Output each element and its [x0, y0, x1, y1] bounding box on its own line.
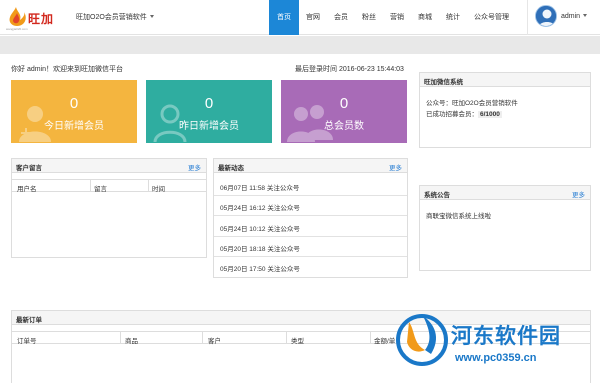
list-item[interactable]: 05月20日 18:18 关注公众号: [214, 237, 407, 257]
column-header: 用户名: [17, 186, 37, 193]
column-divider: [120, 332, 121, 344]
latest-activity-panel: 最新动态 更多 06月07日 11:58 关注公众号 05月24日 16:12 …: [213, 158, 408, 278]
stat-value: 0: [339, 95, 349, 112]
main-nav: 首页 官网 会员 粉丝 营销 商城 统计 公众号管理: [269, 0, 516, 35]
activity-text: 05月20日 18:18 关注公众号: [220, 246, 300, 253]
nav-mall[interactable]: 商城: [411, 0, 439, 35]
watermark: 河东软件园 www.pc0359.cn: [395, 308, 595, 378]
flame-logo-icon: [9, 7, 26, 26]
welcome-text: 你好 admin！欢迎来到旺加微信平台: [11, 66, 124, 73]
nav-home[interactable]: 首页: [269, 0, 299, 35]
panel-title: 系统公告: [424, 192, 450, 199]
logo[interactable]: 旺加 wangjia020.com: [6, 6, 70, 31]
column-header: 留言: [94, 186, 107, 193]
column-divider: [90, 180, 91, 192]
watermark-logo-icon: [396, 314, 448, 366]
activity-text: 05月24日 10:12 关注公众号: [220, 226, 300, 233]
more-link[interactable]: 更多: [572, 189, 585, 199]
customer-messages-panel: 客户留言 更多 用户名 留言 时间: [11, 158, 207, 258]
panel-header: 最新动态 更多: [214, 159, 407, 173]
activity-text: 05月24日 16:12 关注公众号: [220, 205, 300, 212]
logo-text: 旺加: [28, 12, 55, 26]
activity-text: 06月07日 11:58 关注公众号: [220, 185, 300, 192]
nav-statistics[interactable]: 统计: [439, 0, 467, 35]
panel-header: 客户留言 更多: [12, 159, 206, 173]
list-item[interactable]: 05月24日 10:12 关注公众号: [214, 217, 407, 237]
column-divider: [286, 332, 287, 344]
stat-label: 总会员数: [324, 121, 364, 132]
list-item[interactable]: 05月20日 17:50 关注公众号: [214, 257, 407, 277]
stat-card-yesterday-new[interactable]: 0 昨日新增会员: [146, 80, 272, 143]
list-item[interactable]: 05月24日 16:12 关注公众号: [214, 196, 407, 216]
account-name: 公众号：旺加O2O会员营销软件: [426, 100, 518, 107]
stat-label: 昨日新增会员: [179, 121, 239, 132]
app-select-dropdown[interactable]: 旺加O2O会员营销软件: [76, 12, 154, 22]
members-label: 已成功招募会员：: [426, 111, 478, 118]
column-header: 订单号: [17, 338, 37, 345]
stat-value: 0: [204, 95, 214, 112]
members-recruited: 已成功招募会员： 6/1000: [426, 108, 502, 118]
chevron-down-icon: [583, 14, 588, 17]
panel-title: 客户留言: [16, 165, 42, 172]
members-value: 6/1000: [478, 111, 502, 118]
stat-card-today-new[interactable]: 0 今日新增会员: [11, 80, 137, 143]
activity-text: 05月20日 17:50 关注公众号: [220, 266, 300, 273]
user-name-label: admin: [561, 13, 581, 20]
column-header: 金额/单: [374, 338, 396, 345]
system-notice-panel: 系统公告 更多 商联宝微信系统上线啦: [419, 185, 591, 271]
stat-card-total-members[interactable]: 0 总会员数: [281, 80, 407, 143]
avatar[interactable]: [535, 5, 557, 27]
app-select-label: 旺加O2O会员营销软件: [76, 14, 147, 21]
logo-subtext: wangjia020.com: [6, 27, 28, 31]
header-divider: [527, 0, 528, 35]
nav-fans[interactable]: 粉丝: [355, 0, 383, 35]
column-divider: [370, 332, 371, 344]
column-divider: [202, 332, 203, 344]
watermark-url: www.pc0359.cn: [455, 352, 537, 364]
nav-marketing[interactable]: 营销: [383, 0, 411, 35]
column-divider: [148, 180, 149, 192]
panel-title: 旺加微信系统: [424, 79, 463, 86]
column-header: 类型: [291, 338, 304, 345]
sub-header-bar: [0, 36, 600, 54]
chevron-down-icon: [149, 15, 154, 18]
panel-header: 旺加微信系统: [420, 73, 590, 87]
nav-website[interactable]: 官网: [299, 0, 327, 35]
column-header: 商品: [125, 338, 138, 345]
system-info-panel: 旺加微信系统 公众号：旺加O2O会员营销软件 已成功招募会员： 6/1000: [419, 72, 591, 148]
panel-header: 系统公告 更多: [420, 186, 590, 200]
user-avatar-icon: [536, 6, 556, 26]
more-link[interactable]: 更多: [389, 162, 402, 172]
stat-label: 今日新增会员: [44, 121, 104, 132]
notice-item[interactable]: 商联宝微信系统上线啦: [426, 210, 491, 220]
panel-title: 最新动态: [218, 165, 244, 172]
more-link[interactable]: 更多: [188, 162, 201, 172]
top-navbar: 旺加 wangjia020.com 旺加O2O会员营销软件 首页 官网 会员 粉…: [0, 0, 600, 35]
panel-title: 最新订单: [16, 317, 42, 324]
watermark-name: 河东软件园: [451, 325, 561, 348]
column-header: 时间: [152, 186, 165, 193]
list-item[interactable]: 06月07日 11:58 关注公众号: [214, 176, 407, 196]
nav-account-management[interactable]: 公众号管理: [467, 0, 516, 35]
column-header: 客户: [208, 338, 221, 345]
nav-members[interactable]: 会员: [327, 0, 355, 35]
last-login-text: 最后登录时间 2016-06-23 15:44:03: [295, 66, 404, 73]
table-header: 用户名 留言 时间: [12, 179, 206, 193]
stat-value: 0: [69, 95, 79, 112]
user-menu[interactable]: admin: [561, 13, 588, 20]
